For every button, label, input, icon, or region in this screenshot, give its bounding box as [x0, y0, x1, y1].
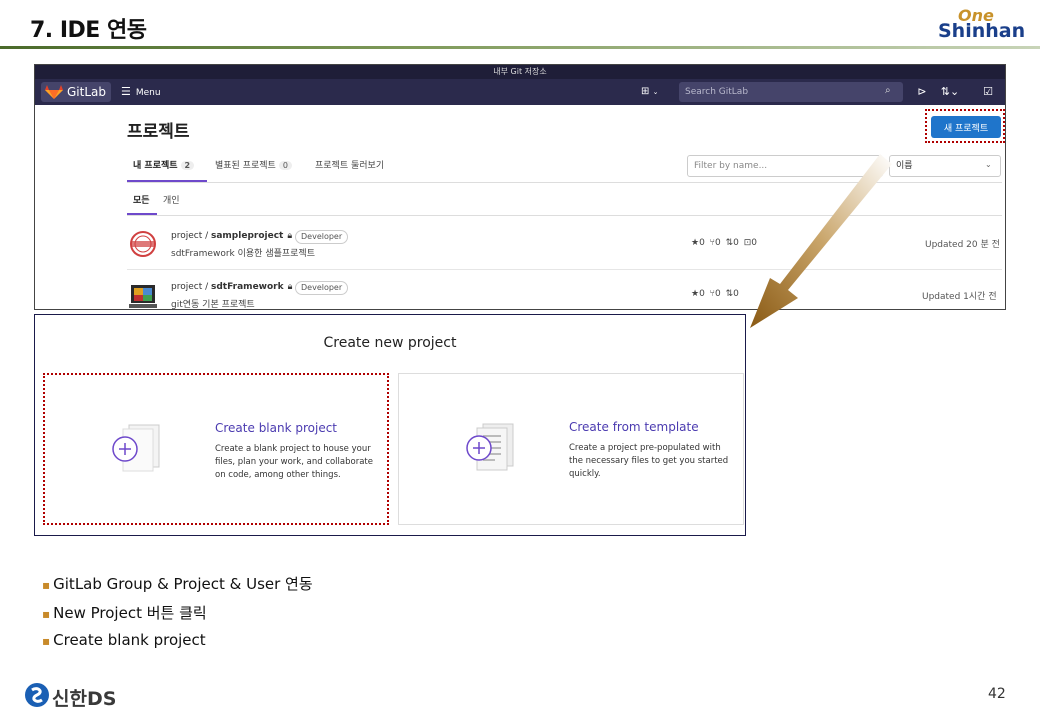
chevron-down-icon: ⌄: [985, 160, 992, 169]
gitlab-home-link[interactable]: GitLab: [41, 82, 111, 102]
new-project-button[interactable]: 새 프로젝트: [931, 116, 1001, 138]
pointer-arrow: [750, 154, 892, 328]
page-number: 42: [988, 686, 1006, 702]
project-description: git연동 기본 프로젝트: [171, 300, 255, 310]
sample-stamp-icon: [127, 228, 159, 260]
subtab-personal[interactable]: 개인: [163, 193, 180, 206]
gitlab-brand-label: GitLab: [67, 85, 106, 99]
create-project-title: Create new project: [323, 335, 457, 351]
footer-logo-text: 신한DS: [52, 688, 117, 710]
project-name: sdtFramework: [211, 282, 284, 292]
create-project-screenshot: Create new project Create blank project …: [34, 314, 746, 536]
tab-label: 별표된 프로젝트: [215, 161, 276, 171]
blank-project-icon: [112, 424, 160, 472]
create-from-template-card[interactable]: Create from template Create a project pr…: [398, 373, 744, 525]
bullet-marker: ▪: [42, 634, 51, 648]
gitlab-navbar: GitLab ☰ Menu ⊞ ⌄ ⌕ ⊳ ⇅⌄ ☑: [35, 79, 1005, 105]
search-icon: ⌕: [885, 85, 891, 96]
project-namespace: project /: [171, 231, 211, 241]
hamburger-icon: ☰: [121, 85, 131, 98]
project-updated: Updated 20 분 전: [925, 240, 1000, 250]
role-badge: Developer: [295, 281, 349, 295]
gitlab-logo-icon: [45, 85, 63, 99]
count-badge: 2: [180, 161, 195, 170]
tab-label: 내 프로젝트: [133, 161, 178, 171]
create-new-dropdown[interactable]: ⊞ ⌄: [641, 84, 667, 100]
project-avatar[interactable]: [127, 279, 159, 309]
tab-my-projects[interactable]: 내 프로젝트 2: [133, 158, 195, 171]
menu-label: Menu: [135, 88, 161, 98]
role-badge: Developer: [295, 230, 349, 244]
bullet-text: Create blank project: [53, 631, 206, 649]
card-description: Create a project pre-populated with the …: [569, 443, 729, 479]
card-title: Create from template: [569, 420, 699, 434]
project-description: sdtFramework 이용한 샘플프로젝트: [171, 249, 315, 259]
bullet-item: ▪ New Project 버튼 클릭: [42, 602, 207, 623]
chevron-down-icon: ⌄: [652, 88, 659, 96]
project-namespace: project /: [171, 282, 211, 292]
todo-icon[interactable]: ☑: [979, 84, 997, 100]
count-badge: 0: [278, 161, 292, 170]
project-stats: ★0 ⑂0 ⇅0: [691, 289, 739, 299]
project-avatar[interactable]: [127, 228, 159, 260]
shinhan-ds-logo-icon: [25, 683, 49, 707]
framework-puzzle-icon: [127, 279, 159, 309]
bullet-item: ▪ Create blank project: [42, 631, 206, 649]
tab-label: 프로젝트 둘러보기: [315, 161, 385, 171]
card-description: Create a blank project to house your fil…: [215, 444, 373, 480]
bullet-text: GitLab Group & Project & User 연동: [53, 575, 313, 593]
create-blank-project-card[interactable]: Create blank project Create a blank proj…: [43, 373, 389, 525]
bullet-text: New Project 버튼 클릭: [53, 604, 207, 622]
subtab-all[interactable]: 모든: [133, 193, 150, 206]
merge-requests-icon[interactable]: ⇅⌄: [937, 84, 963, 100]
page-title: 프로젝트: [127, 122, 190, 142]
issues-icon[interactable]: ⊳: [913, 84, 931, 100]
lock-icon: 🔒︎: [287, 282, 293, 292]
logo-shinhan: Shinhan: [938, 20, 1026, 42]
project-name: sampleproject: [211, 231, 284, 241]
template-project-icon: [466, 423, 514, 471]
tab-explore-projects[interactable]: 프로젝트 둘러보기: [315, 158, 384, 171]
bullet-item: ▪ GitLab Group & Project & User 연동: [42, 573, 313, 594]
lock-icon: 🔒︎: [287, 231, 293, 241]
title-rule: [0, 46, 1040, 49]
card-title: Create blank project: [215, 421, 338, 435]
slide-title: 7. IDE 연동: [30, 18, 147, 43]
project-title-link[interactable]: project / sdtFramework 🔒︎: [171, 282, 292, 292]
tab-starred-projects[interactable]: 별표된 프로젝트 0: [215, 158, 292, 171]
project-title-link[interactable]: project / sampleproject 🔒︎: [171, 231, 292, 241]
plus-square-icon: ⊞: [641, 86, 650, 97]
bullet-marker: ▪: [42, 607, 51, 621]
bullet-marker: ▪: [42, 578, 51, 592]
system-banner: 내부 Git 저장소: [35, 65, 1005, 79]
project-updated: Updated 1시간 전: [922, 292, 997, 302]
menu-button[interactable]: ☰ Menu: [121, 82, 161, 102]
search-input[interactable]: [679, 82, 903, 102]
